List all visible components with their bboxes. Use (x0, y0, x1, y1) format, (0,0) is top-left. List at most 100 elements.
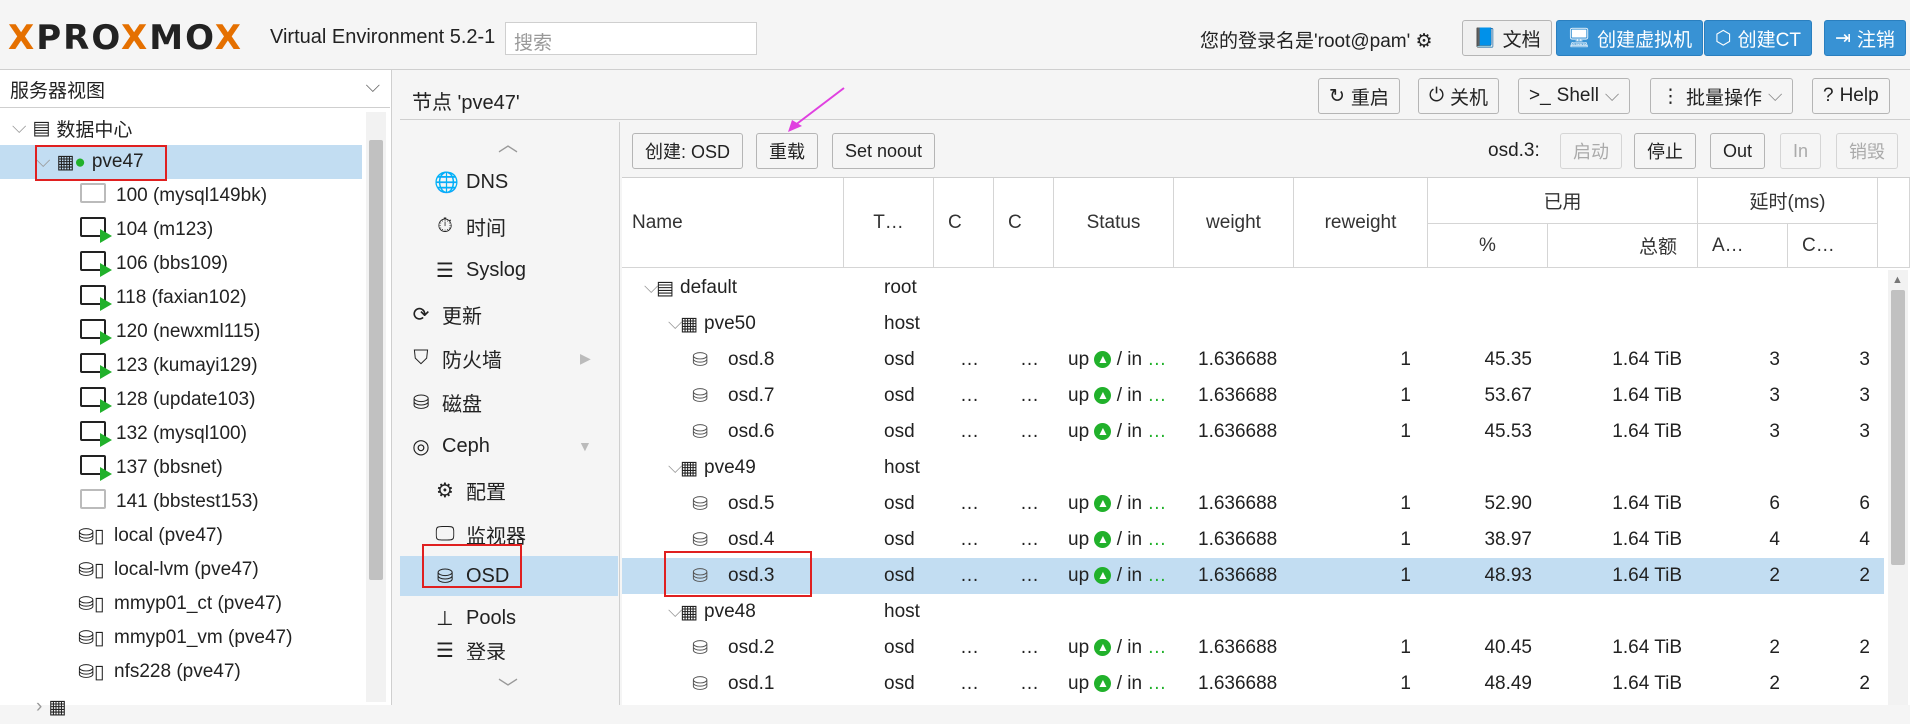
nav-config[interactable]: ⚙ 配置 (400, 470, 618, 510)
out-button[interactable]: Out (1710, 133, 1766, 169)
view-selector[interactable]: 服务器视图 ⌵ (0, 70, 390, 108)
row-c1: … (960, 529, 979, 550)
nav-pools[interactable]: ⊥ Pools (400, 598, 618, 638)
tree-item[interactable]: 123 (kumayi129) (0, 349, 362, 383)
chevron-down-icon: ▼ (578, 438, 592, 454)
destroy-button[interactable]: 销毁 (1836, 133, 1898, 169)
osd-row[interactable]: ⛁ osd.2 osd … … up ▲ / in … 1.636688 1 40.45 1.64… (622, 630, 1884, 666)
osd-row[interactable]: ⛁ osd.7 osd … … up ▲ / in … 1.636688 1 53.67 1.64… (622, 378, 1884, 414)
col-c2[interactable]: C (994, 178, 1054, 268)
nav-disks[interactable]: ⛁ 磁盘 (400, 382, 618, 422)
row-total: 1.64 TiB (1612, 385, 1682, 406)
tree-item[interactable]: 128 (update103) (0, 383, 362, 417)
row-weight: 1.636688 (1198, 673, 1278, 694)
logout-button[interactable]: ⇥ 注销 (1824, 20, 1906, 56)
start-button[interactable]: 启动 (1560, 133, 1622, 169)
col-type[interactable]: T… (844, 178, 934, 268)
tree-item[interactable]: 106 (bbs109) (0, 247, 362, 281)
nav-update-label: 更新 (442, 305, 482, 328)
tree-node-partial[interactable]: › ▦ (0, 690, 362, 724)
scroll-up-icon[interactable]: ▲ (1892, 274, 1903, 286)
chevron-down-icon[interactable]: ﹀ (498, 672, 518, 701)
col-name[interactable]: Name (622, 178, 844, 268)
col-total[interactable]: 总额 (1548, 224, 1698, 268)
shutdown-button[interactable]: ⏻ 关机 (1418, 78, 1500, 114)
tree-item-label: 120 (newxml115) (116, 321, 261, 342)
row-in: / in (1116, 637, 1143, 658)
grid-scrollbar-thumb[interactable] (1891, 290, 1905, 565)
tree-item[interactable]: 100 (mysql149bk) (0, 179, 362, 213)
nav-syslog-label: Syslog (466, 258, 527, 281)
in-status-ellipsis: … (1147, 565, 1167, 586)
create-vm-button[interactable]: 🖥 创建虚拟机 (1556, 20, 1704, 56)
osd-row[interactable]: ⛁ osd.5 osd … … up ▲ / in … 1.636688 1 52.90 1.64… (622, 486, 1884, 522)
tree-item[interactable]: ⛁▯ nfs228 (pve47) (0, 655, 362, 689)
search-input[interactable]: 搜索 (505, 22, 757, 55)
set-noout-button[interactable]: Set noout (832, 133, 936, 169)
tree-item[interactable]: 132 (mysql100) (0, 417, 362, 451)
col-commit[interactable]: C… (1788, 224, 1878, 268)
tree-item[interactable]: 118 (faxian102) (0, 281, 362, 315)
tree-item[interactable]: ⛁▯ local-lvm (pve47) (0, 553, 362, 587)
tree-item[interactable]: ⛁▯ mmyp01_ct (pve47) (0, 587, 362, 621)
help-button[interactable]: ? Help (1812, 78, 1890, 114)
row-type: osd (884, 493, 915, 514)
nav-time[interactable]: ⏱ 时间 (400, 206, 618, 246)
view-label: 服务器视图 (10, 81, 106, 102)
col-reweight[interactable]: reweight (1294, 178, 1428, 268)
nav-time-label: 时间 (466, 217, 506, 240)
row-commit: 3 (1859, 385, 1870, 406)
col-pct[interactable]: % (1428, 224, 1548, 268)
nav-pools-label: Pools (466, 606, 517, 629)
tree-item[interactable]: ⛁▯ local (pve47) (0, 519, 362, 553)
nav-firewall[interactable]: ⛉ 防火墙 ▶ (400, 338, 618, 378)
nav-dns[interactable]: 🌐 DNS (400, 162, 618, 202)
tree-item[interactable]: ⛁▯ mmyp01_vm (pve47) (0, 621, 362, 655)
host-row[interactable]: ⌵ ▦ pve48 host (622, 594, 1884, 630)
ellipsis-vertical-icon: ⋮ (1661, 85, 1680, 107)
nav-ceph[interactable]: ◎ Ceph ▼ (400, 426, 618, 466)
row-weight: 1.636688 (1198, 385, 1278, 406)
hdd-icon: ⛁ (692, 386, 708, 407)
tree-item[interactable]: 137 (bbsnet) (0, 451, 362, 485)
row-apply: 3 (1769, 421, 1780, 442)
col-status[interactable]: Status (1054, 178, 1174, 268)
osd-row[interactable]: ⛁ osd.6 osd … … up ▲ / in … 1.636688 1 45.53 1.64… (622, 414, 1884, 450)
nav-update[interactable]: ⟳ 更新 (400, 294, 618, 334)
row-total: 1.64 TiB (1612, 349, 1682, 370)
in-status-ellipsis: … (1147, 385, 1167, 406)
nav-syslog[interactable]: ☰ Syslog (400, 250, 618, 290)
osd-row[interactable]: ⛁ osd.1 osd … … up ▲ / in … 1.636688 1 48.49 1.64… (622, 666, 1884, 702)
osd-row[interactable]: ⛁ osd.8 osd … … up ▲ / in … 1.636688 1 45.35 1.64… (622, 342, 1884, 378)
chevron-up-icon[interactable]: ︿ (498, 128, 518, 157)
shell-button[interactable]: >_ Shell ⌵ (1518, 78, 1631, 114)
col-weight[interactable]: weight (1174, 178, 1294, 268)
docs-button[interactable]: 📘 文档 (1462, 20, 1552, 56)
host-row[interactable]: ⌵ ▦ pve50 host (622, 306, 1884, 342)
tree-datacenter[interactable]: ⌵ ▤ 数据中心 (0, 111, 362, 145)
reload-button[interactable]: 重载 (756, 133, 818, 169)
tree-item[interactable]: 141 (bbstest153) (0, 485, 362, 519)
create-osd-button[interactable]: 创建: OSD (632, 133, 744, 169)
tree-item[interactable]: 120 (newxml115) (0, 315, 362, 349)
row-name: osd.4 (728, 529, 775, 550)
in-button[interactable]: In (1780, 133, 1822, 169)
restart-label: 重启 (1350, 87, 1389, 109)
bulk-actions-button[interactable]: ⋮ 批量操作 ⌵ (1650, 78, 1794, 114)
col-apply[interactable]: A… (1698, 224, 1788, 268)
root-row[interactable]: ⌵ ▤ default root (622, 270, 1884, 306)
restart-button[interactable]: ↻ 重启 (1318, 78, 1400, 114)
row-weight: 1.636688 (1198, 565, 1278, 586)
nav-log[interactable]: ☰ 登录 (400, 640, 618, 660)
tree-scrollbar-thumb[interactable] (369, 140, 383, 580)
ceph-icon: ◎ (412, 435, 430, 458)
tree-item[interactable]: 104 (m123) (0, 213, 362, 247)
create-ct-button[interactable]: ⬡ 创建CT (1704, 20, 1812, 56)
gear-icon[interactable]: ⚙ (1416, 31, 1433, 52)
col-c1[interactable]: C (934, 178, 994, 268)
hdd-icon: ⛁ (692, 350, 708, 371)
row-c2: … (1020, 637, 1039, 658)
stop-button[interactable]: 停止 (1634, 133, 1696, 169)
host-row[interactable]: ⌵ ▦ pve49 host (622, 450, 1884, 486)
docs-label: 文档 (1502, 29, 1541, 51)
